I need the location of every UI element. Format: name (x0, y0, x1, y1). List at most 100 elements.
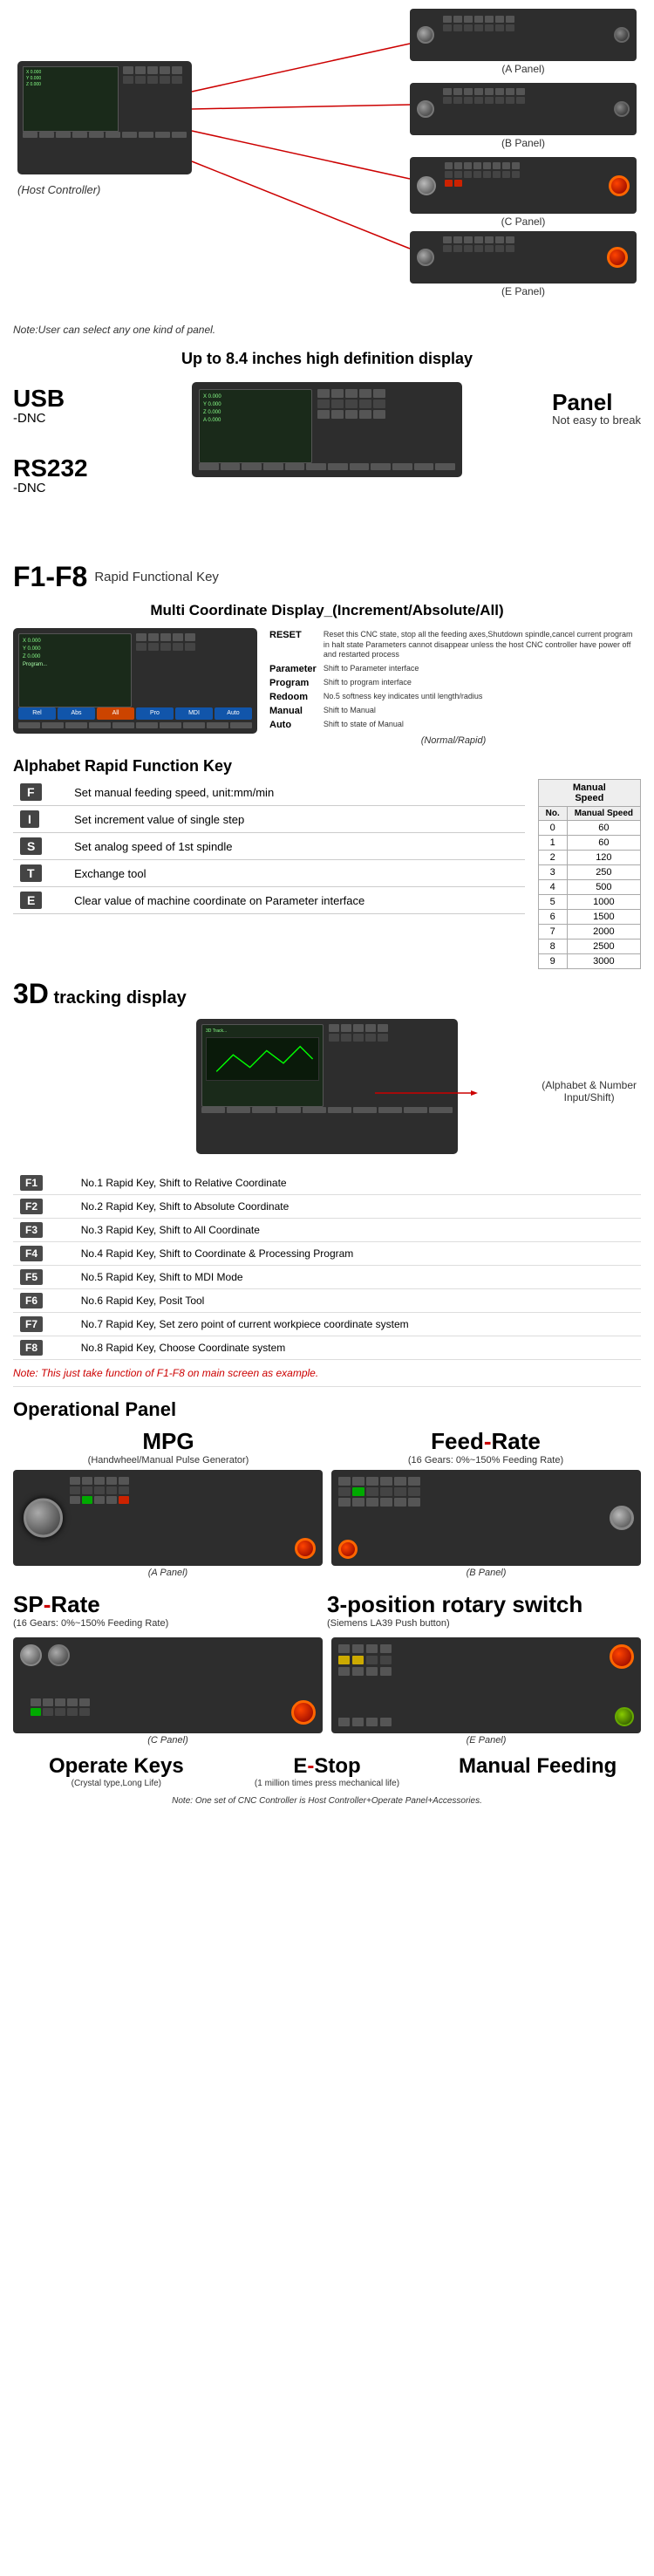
alphabet-key-desc: Set increment value of single step (67, 806, 525, 833)
manual-feeding-label: Manual Feeding (434, 1754, 641, 1779)
op-panel-a-photo (13, 1470, 323, 1566)
usb-section: USB -DNC RS232 -DNC X 0.000Y 0.000Z 0.00… (0, 373, 654, 557)
f1f8-badge: F2 (20, 1199, 43, 1214)
op-panel-c-photo (13, 1637, 323, 1733)
multi-coord-title: Multi Coordinate Display_(Increment/Abso… (0, 598, 654, 624)
alphabet-key-badge: E (20, 892, 42, 909)
rs232-label: RS232 (13, 456, 88, 481)
f1f8-row-2: F3 No.3 Rapid Key, Shift to All Coordina… (13, 1219, 641, 1242)
alphabet-key-desc: Set manual feeding speed, unit:mm/min (67, 779, 525, 806)
operate-keys-sub: (Crystal type,Long Life) (13, 1779, 220, 1788)
f1f8-badge: F8 (20, 1340, 43, 1356)
usb-sub: -DNC (13, 411, 65, 427)
f1f8-desc: No.1 Rapid Key, Shift to Relative Coordi… (74, 1172, 641, 1195)
op-panel-c-label: (C Panel) (13, 1735, 323, 1746)
panel-e-label: (E Panel) (410, 285, 637, 297)
speed-row-5: 5 1000 (538, 895, 640, 910)
f1f8-row: F1-F8 Rapid Functional Key (0, 557, 654, 598)
sp-rate-col: SP-Rate (16 Gears: 0%~150% Feeding Rate) (13, 1587, 327, 1633)
controller-image-usb: X 0.000Y 0.000Z 0.000A 0.000 (192, 382, 462, 477)
coord-controller-image: X 0.000Y 0.000Z 0.000 Program... Rel (13, 628, 257, 734)
tracking-controller: 3D Track... (196, 1019, 458, 1154)
f1f8-desc: No.6 Rapid Key, Posit Tool (74, 1289, 641, 1313)
op-panel-e-label: (E Panel) (331, 1735, 641, 1746)
speed-row-3: 3 250 (538, 865, 640, 880)
f1f8-row-4: F5 No.5 Rapid Key, Shift to MDI Mode (13, 1266, 641, 1289)
speed-row-2: 2 120 (538, 851, 640, 865)
f1f8-row-3: F4 No.4 Rapid Key, Shift to Coordinate &… (13, 1242, 641, 1266)
alphabet-row-3: T Exchange tool (13, 860, 525, 887)
alphabet-key-badge: T (20, 864, 42, 882)
panel-not-break: Not easy to break (552, 413, 641, 427)
tracking-right-label: (Alphabet & Number Input/Shift) (542, 1079, 637, 1104)
speed-row-0: 0 60 (538, 821, 640, 836)
f1f8-desc: No.3 Rapid Key, Shift to All Coordinate (74, 1219, 641, 1242)
f1f8-badge: F5 (20, 1269, 43, 1285)
manual-speed-table: ManualSpeed No. Manual Speed 0 60 1 60 2… (538, 779, 641, 969)
f1f8-desc: No.5 Rapid Key, Shift to MDI Mode (74, 1266, 641, 1289)
tracking-title: 3D tracking display (0, 969, 654, 1015)
feed-sub: (16 Gears: 0%~150% Feeding Rate) (330, 1455, 641, 1466)
f1f8-row-6: F7 No.7 Rapid Key, Set zero point of cur… (13, 1313, 641, 1336)
f1f8-row-1: F2 No.2 Rapid Key, Shift to Absolute Coo… (13, 1195, 641, 1219)
tracking-image-section: 3D Track... (0, 1015, 654, 1167)
operate-keys-col: Operate Keys (Crystal type,Long Life) (13, 1754, 220, 1788)
pos3-col: 3-position rotary switch (Siemens LA39 P… (327, 1587, 641, 1633)
3d-label: 3D (13, 978, 49, 1009)
speed-row-1: 1 60 (538, 836, 640, 851)
speed-row-4: 4 500 (538, 880, 640, 895)
speed-row-9: 9 3000 (538, 954, 640, 969)
op-panel-b-label: (B Panel) (331, 1568, 641, 1578)
feed-label: Feed-Rate (330, 1428, 641, 1455)
alphabet-key-badge: I (20, 810, 39, 828)
alphabet-key-table: F Set manual feeding speed, unit:mm/min … (13, 779, 525, 914)
panel-right-label-group: Panel Not easy to break (552, 391, 641, 427)
f1f8-badge: F7 (20, 1316, 43, 1332)
manual-feeding-col: Manual Feeding (434, 1754, 641, 1788)
alphabet-key-desc: Clear value of machine coordinate on Par… (67, 887, 525, 914)
alphabet-key-desc: Exchange tool (67, 860, 525, 887)
speed-row-8: 8 2500 (538, 940, 640, 954)
usb-label-group: USB -DNC (13, 386, 65, 427)
op-panel-a-label: (A Panel) (13, 1568, 323, 1578)
op-panel-b: (B Panel) (331, 1470, 641, 1578)
pos3-label: 3-position rotary switch (327, 1591, 641, 1618)
alphabet-table-section: F Set manual feeding speed, unit:mm/min … (0, 779, 654, 969)
estop-col: E-Stop (1 million times press mechanical… (224, 1754, 431, 1788)
panel-c-label: (C Panel) (410, 215, 637, 228)
alphabet-key-badge: S (20, 837, 42, 855)
panel-right-label: Panel (552, 391, 641, 413)
tracking-rest: tracking display (49, 988, 187, 1008)
sp-rate-label: SP-Rate (13, 1591, 327, 1618)
panel-b-container: (B Panel) (410, 83, 637, 149)
sp-pos-row: SP-Rate (16 Gears: 0%~150% Feeding Rate)… (0, 1582, 654, 1633)
normal-rapid-label: (Normal/Rapid) (266, 735, 641, 746)
f1f8-detail-table: F1 No.1 Rapid Key, Shift to Relative Coo… (13, 1172, 641, 1360)
page-wrapper: X 0.000Y 0.000Z 0.000 (0, 0, 654, 1825)
op-panel-a: (A Panel) (13, 1470, 323, 1578)
f1f8-badge: F4 (20, 1246, 43, 1261)
mpg-col: MPG (Handwheel/Manual Pulse Generator) (13, 1428, 324, 1466)
op-panel-b-photo (331, 1470, 641, 1566)
f1f8-row-7: F8 No.8 Rapid Key, Choose Coordinate sys… (13, 1336, 641, 1360)
f1f8-label: F1-F8 (13, 561, 87, 593)
f1f8-desc: No.4 Rapid Key, Shift to Coordinate & Pr… (74, 1242, 641, 1266)
mpg-sub: (Handwheel/Manual Pulse Generator) (13, 1455, 324, 1466)
display-title: Up to 8.4 inches high definition display (0, 345, 654, 373)
alphabet-key-desc: Set analog speed of 1st spindle (67, 833, 525, 860)
alphabet-row-2: S Set analog speed of 1st spindle (13, 833, 525, 860)
host-controller-image: X 0.000Y 0.000Z 0.000 (17, 61, 192, 174)
operate-keys-label: Operate Keys (13, 1754, 220, 1779)
alphabet-section-title: Alphabet Rapid Function Key (0, 750, 654, 779)
rs232-sub: -DNC (13, 481, 88, 496)
sp-rate-sub: (16 Gears: 0%~150% Feeding Rate) (13, 1618, 327, 1629)
mpg-label: MPG (13, 1428, 324, 1455)
usb-label: USB (13, 386, 65, 411)
f1f8-desc: No.2 Rapid Key, Shift to Absolute Coordi… (74, 1195, 641, 1219)
f1f8-row-0: F1 No.1 Rapid Key, Shift to Relative Coo… (13, 1172, 641, 1195)
host-controller-label: (Host Controller) (17, 183, 100, 196)
mpg-feed-row: MPG (Handwheel/Manual Pulse Generator) F… (0, 1428, 654, 1470)
speed-row-7: 7 2000 (538, 925, 640, 940)
op-ab-panels: (A Panel) (0, 1470, 654, 1582)
op-panel-e: (E Panel) (331, 1637, 641, 1746)
